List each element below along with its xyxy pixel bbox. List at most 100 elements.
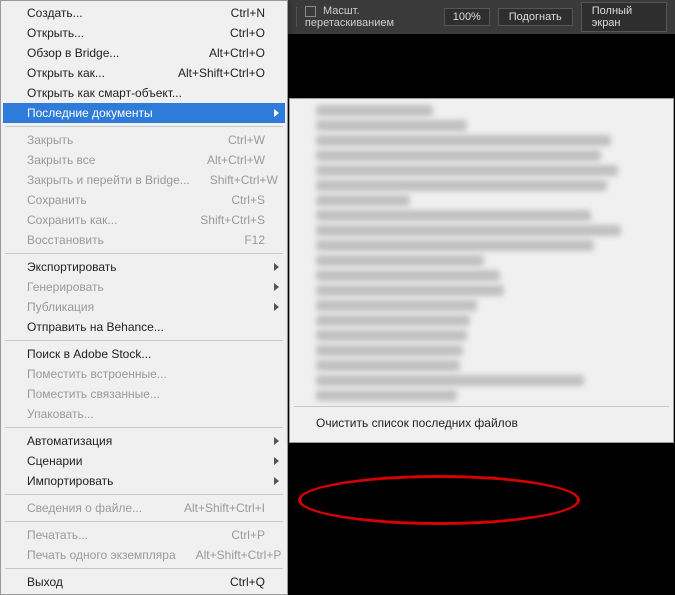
- menu-shortcut: Ctrl+S: [231, 193, 265, 207]
- menu-print[interactable]: Печатать... Ctrl+P: [3, 525, 285, 545]
- menu-share-behance[interactable]: Отправить на Behance...: [3, 317, 285, 337]
- menu-separator: [5, 568, 283, 569]
- recent-file-item[interactable]: [292, 208, 671, 223]
- clear-recent-label: Очистить список последних файлов: [316, 416, 518, 430]
- recent-file-item[interactable]: [292, 328, 671, 343]
- recent-documents-submenu: Очистить список последних файлов: [289, 98, 674, 443]
- menu-shortcut: Ctrl+W: [228, 133, 265, 147]
- menu-browse-bridge[interactable]: Обзор в Bridge... Alt+Ctrl+O: [3, 43, 285, 63]
- menu-open[interactable]: Открыть... Ctrl+O: [3, 23, 285, 43]
- menu-separator: [5, 340, 283, 341]
- menu-label: Закрыть все: [27, 153, 95, 167]
- menu-export[interactable]: Экспортировать: [3, 257, 285, 277]
- recent-file-item[interactable]: [292, 133, 671, 148]
- menu-close[interactable]: Закрыть Ctrl+W: [3, 130, 285, 150]
- menu-label: Открыть как смарт-объект...: [27, 86, 182, 100]
- menu-close-bridge[interactable]: Закрыть и перейти в Bridge... Shift+Ctrl…: [3, 170, 285, 190]
- menu-label: Открыть...: [27, 26, 84, 40]
- fullscreen-button[interactable]: Полный экран: [581, 2, 667, 32]
- menu-save[interactable]: Сохранить Ctrl+S: [3, 190, 285, 210]
- recent-file-item[interactable]: [292, 178, 671, 193]
- recent-file-item[interactable]: [292, 103, 671, 118]
- menu-label: Закрыть и перейти в Bridge...: [27, 173, 190, 187]
- recent-file-item[interactable]: [292, 388, 671, 403]
- menu-recent-documents[interactable]: Последние документы: [3, 103, 285, 123]
- menu-publish[interactable]: Публикация: [3, 297, 285, 317]
- menu-separator: [5, 521, 283, 522]
- clear-recent-files[interactable]: Очистить список последних файлов: [292, 410, 671, 436]
- menu-open-as[interactable]: Открыть как... Alt+Shift+Ctrl+O: [3, 63, 285, 83]
- menu-exit[interactable]: Выход Ctrl+Q: [3, 572, 285, 592]
- recent-file-item[interactable]: [292, 283, 671, 298]
- recent-file-item[interactable]: [292, 193, 671, 208]
- recent-file-item[interactable]: [292, 343, 671, 358]
- menu-generate[interactable]: Генерировать: [3, 277, 285, 297]
- menu-shortcut: Ctrl+P: [231, 528, 265, 542]
- recent-file-item[interactable]: [292, 118, 671, 133]
- menu-print-one[interactable]: Печать одного экземпляра Alt+Shift+Ctrl+…: [3, 545, 285, 565]
- menu-save-as[interactable]: Сохранить как... Shift+Ctrl+S: [3, 210, 285, 230]
- menu-label: Восстановить: [27, 233, 104, 247]
- menu-close-all[interactable]: Закрыть все Alt+Ctrl+W: [3, 150, 285, 170]
- menu-automate[interactable]: Автоматизация: [3, 431, 285, 451]
- menu-package[interactable]: Упаковать...: [3, 404, 285, 424]
- submenu-arrow-icon: [274, 437, 279, 445]
- menu-file-info[interactable]: Сведения о файле... Alt+Shift+Ctrl+I: [3, 498, 285, 518]
- menu-label: Печатать...: [27, 528, 88, 542]
- menu-place-embedded[interactable]: Поместить встроенные...: [3, 364, 285, 384]
- menu-label: Создать...: [27, 6, 83, 20]
- menu-create[interactable]: Создать... Ctrl+N: [3, 3, 285, 23]
- options-bar: Масшт. перетаскиванием 100% Подогнать По…: [288, 0, 675, 34]
- menu-shortcut: Ctrl+N: [231, 6, 265, 20]
- recent-file-item[interactable]: [292, 268, 671, 283]
- menu-label: Закрыть: [27, 133, 73, 147]
- menu-label: Сохранить: [27, 193, 87, 207]
- recent-file-item[interactable]: [292, 358, 671, 373]
- recent-file-item[interactable]: [292, 223, 671, 238]
- recent-file-item[interactable]: [292, 313, 671, 328]
- submenu-arrow-icon: [274, 109, 279, 117]
- menu-separator: [294, 406, 669, 407]
- menu-shortcut: Alt+Ctrl+O: [209, 46, 265, 60]
- menu-label: Сценарии: [27, 454, 82, 468]
- menu-search-stock[interactable]: Поиск в Adobe Stock...: [3, 344, 285, 364]
- menu-place-linked[interactable]: Поместить связанные...: [3, 384, 285, 404]
- fit-button[interactable]: Подогнать: [498, 8, 573, 26]
- submenu-arrow-icon: [274, 283, 279, 291]
- menu-label: Отправить на Behance...: [27, 320, 164, 334]
- menu-separator: [5, 494, 283, 495]
- menu-separator: [5, 427, 283, 428]
- submenu-arrow-icon: [274, 477, 279, 485]
- menu-label: Обзор в Bridge...: [27, 46, 119, 60]
- menu-label: Поиск в Adobe Stock...: [27, 347, 151, 361]
- file-menu: Создать... Ctrl+N Открыть... Ctrl+O Обзо…: [0, 0, 288, 595]
- menu-shortcut: F12: [244, 233, 265, 247]
- menu-label: Экспортировать: [27, 260, 117, 274]
- menu-scripts[interactable]: Сценарии: [3, 451, 285, 471]
- menu-open-smart[interactable]: Открыть как смарт-объект...: [3, 83, 285, 103]
- menu-label: Выход: [27, 575, 63, 589]
- recent-file-item[interactable]: [292, 253, 671, 268]
- recent-file-item[interactable]: [292, 238, 671, 253]
- menu-shortcut: Alt+Shift+Ctrl+P: [196, 548, 282, 562]
- menu-import[interactable]: Импортировать: [3, 471, 285, 491]
- zoom-value-field[interactable]: 100%: [444, 8, 490, 26]
- menu-shortcut: Ctrl+Q: [230, 575, 265, 589]
- menu-label: Сохранить как...: [27, 213, 117, 227]
- recent-file-item[interactable]: [292, 148, 671, 163]
- recent-file-item[interactable]: [292, 298, 671, 313]
- recent-file-item[interactable]: [292, 163, 671, 178]
- menu-label: Автоматизация: [27, 434, 112, 448]
- submenu-arrow-icon: [274, 457, 279, 465]
- recent-file-item[interactable]: [292, 373, 671, 388]
- menu-shortcut: Alt+Shift+Ctrl+O: [178, 66, 265, 80]
- menu-label: Публикация: [27, 300, 94, 314]
- zoom-drag-option[interactable]: Масшт. перетаскиванием: [305, 5, 436, 29]
- menu-revert[interactable]: Восстановить F12: [3, 230, 285, 250]
- menu-shortcut: Shift+Ctrl+W: [210, 173, 278, 187]
- menu-label: Открыть как...: [27, 66, 105, 80]
- menu-label: Печать одного экземпляра: [27, 548, 176, 562]
- menu-label: Импортировать: [27, 474, 113, 488]
- submenu-arrow-icon: [274, 303, 279, 311]
- zoom-drag-label: Масшт. перетаскиванием: [305, 5, 394, 29]
